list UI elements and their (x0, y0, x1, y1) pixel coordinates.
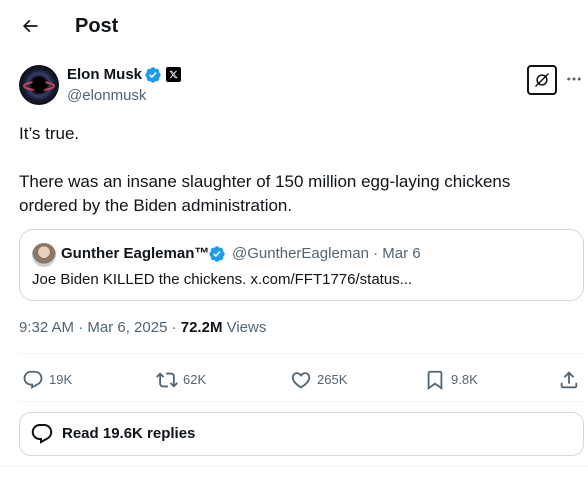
divider (19, 401, 584, 402)
repost-count: 62K (183, 372, 207, 387)
views-count: 72.2M (180, 319, 223, 336)
bookmark-button[interactable]: 9.8K (424, 366, 478, 394)
views-label: Views (222, 319, 267, 336)
repost-button[interactable]: 62K (156, 366, 206, 394)
x-logo-icon[interactable] (166, 67, 181, 82)
repost-icon (156, 369, 178, 391)
like-button[interactable]: 265K (290, 366, 347, 394)
back-button[interactable] (16, 12, 44, 40)
read-replies-button[interactable]: Read 19.6K replies (19, 412, 584, 456)
like-count: 265K (317, 372, 348, 387)
post-metadata: 9:32 AM · Mar 6, 2025 · 72.2M Views (19, 318, 266, 338)
post-text-line: It’s true. (19, 124, 80, 143)
quote-author-handle: @GuntherEagleman · Mar 6 (232, 245, 421, 262)
post-text: It’s true. There was an insane slaughter… (19, 122, 564, 218)
more-options-icon[interactable] (565, 70, 585, 90)
action-bar: 19K 62K 265K 9.8K (19, 366, 584, 394)
reply-button[interactable]: 19K (22, 366, 72, 394)
bookmark-count: 9.8K (451, 372, 478, 387)
arrow-left-icon (20, 16, 40, 36)
grok-button[interactable] (527, 65, 557, 95)
top-bar: Post (0, 0, 588, 54)
quote-author-name: Gunther Eagleman™ (61, 245, 210, 262)
reply-icon (22, 369, 44, 391)
bookmark-icon (424, 369, 446, 391)
quote-avatar[interactable] (32, 243, 56, 267)
replies-bubble-icon (30, 422, 54, 446)
divider (0, 466, 588, 467)
read-replies-label: Read 19.6K replies (62, 425, 196, 442)
quote-text: Joe Biden KILLED the chickens. x.com/FFT… (32, 271, 413, 288)
grok-icon (533, 71, 551, 89)
author-name[interactable]: Elon Musk (67, 65, 142, 85)
post-text-line: There was an insane slaughter of 150 mil… (19, 172, 511, 215)
share-icon (558, 369, 580, 391)
heart-icon (290, 369, 312, 391)
avatar[interactable] (19, 65, 59, 105)
reply-count: 19K (49, 372, 73, 387)
post-timestamp[interactable]: 9:32 AM · Mar 6, 2025 · (19, 319, 181, 336)
share-button[interactable] (558, 366, 580, 394)
verified-badge-icon (208, 245, 226, 263)
verified-badge-icon (144, 66, 162, 84)
divider (19, 353, 584, 354)
page-title: Post (75, 15, 119, 37)
author-handle[interactable]: @elonmusk (67, 86, 146, 106)
quoted-post[interactable]: Gunther Eagleman™ @GuntherEagleman · Mar… (19, 229, 584, 301)
